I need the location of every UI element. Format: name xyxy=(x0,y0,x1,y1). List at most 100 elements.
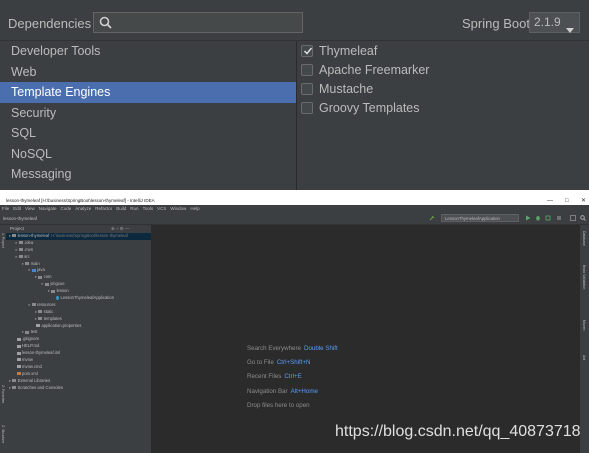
menu-item-build[interactable]: Build xyxy=(114,205,128,213)
hammer-icon[interactable] xyxy=(429,215,435,221)
tree-item[interactable]: ▸ main xyxy=(6,261,151,268)
menu-item-run[interactable]: Run xyxy=(128,205,140,213)
tree-arrow-icon[interactable]: ▸ xyxy=(48,288,50,293)
tree-arrow-icon[interactable]: ▸ xyxy=(22,329,24,334)
tree-arrow-icon[interactable]: ▸ xyxy=(16,254,18,259)
tool-tab-database[interactable]: Database xyxy=(582,231,586,246)
search-icon[interactable] xyxy=(580,215,586,221)
menu-item-code[interactable]: Code xyxy=(58,205,73,213)
tree-item[interactable]: application.properties xyxy=(6,323,151,330)
tree-item-label: templates xyxy=(43,315,62,321)
menu-item-view[interactable]: View xyxy=(23,205,37,213)
tree-arrow-icon[interactable]: ▸ xyxy=(29,267,31,272)
tool-tab-maven[interactable]: Maven xyxy=(582,320,586,331)
dependencies-panel: Dependencies Spring Boot 2.1.9 Developer… xyxy=(0,0,589,190)
run-icon[interactable] xyxy=(525,215,531,221)
menu-item-file[interactable]: File xyxy=(0,205,11,213)
tree-arrow-icon[interactable]: ▸ xyxy=(35,316,37,321)
tree-item-label: External Libraries xyxy=(17,377,51,383)
tree-item[interactable]: ▸ test xyxy=(6,329,151,336)
tree-item[interactable]: mvnw xyxy=(6,357,151,364)
category-item[interactable]: Security xyxy=(0,103,296,124)
tree-item[interactable]: ▸ lesson xyxy=(6,288,151,295)
menu-item-refactor[interactable]: Refactor xyxy=(93,205,114,213)
tree-arrow-icon[interactable]: ▸ xyxy=(42,281,44,286)
dependency-item[interactable]: Mustache xyxy=(301,79,429,98)
tree-item[interactable]: ▸ External Libraries xyxy=(6,378,151,385)
tree-arrow-icon[interactable]: ▸ xyxy=(16,240,18,245)
tool-tab-bean-validation[interactable]: Bean Validation xyxy=(582,265,586,289)
splitter[interactable] xyxy=(296,41,297,190)
project-structure-icon[interactable] xyxy=(570,215,576,221)
checkbox[interactable] xyxy=(301,101,313,114)
tree-item[interactable]: mvnw.cmd xyxy=(6,364,151,371)
tool-tab-ant[interactable]: Ant xyxy=(582,355,586,360)
category-item[interactable]: Web xyxy=(0,62,296,83)
close-button[interactable]: ✕ xyxy=(581,197,586,205)
tool-tab-structure[interactable]: Z: Structure xyxy=(1,425,5,443)
dependency-item[interactable]: Apache Freemarker xyxy=(301,60,429,79)
folder-icon xyxy=(31,303,36,307)
editor-hint: Go to File Ctrl+Shift+N xyxy=(247,359,311,366)
menu-item-tools[interactable]: Tools xyxy=(141,205,156,213)
run-config-select[interactable]: LessonThymeleafApplication xyxy=(441,214,519,222)
tree-item[interactable]: LessonThymeleafApplication xyxy=(6,295,151,302)
tree-arrow-icon[interactable]: ▸ xyxy=(9,385,11,390)
tree-arrow-icon[interactable]: ▸ xyxy=(9,233,11,238)
tree-item[interactable]: ▸ static xyxy=(6,309,151,316)
tree-item[interactable]: lesson-thymeleaf.iml xyxy=(6,350,151,357)
breadcrumb[interactable]: lesson-thymeleaf xyxy=(3,216,37,221)
tree-arrow-icon[interactable]: ▸ xyxy=(16,247,18,252)
tree-arrow-icon[interactable]: ▸ xyxy=(35,274,37,279)
tree-item[interactable]: ▸ yingxue xyxy=(6,281,151,288)
stop-icon[interactable] xyxy=(556,215,562,221)
tree-arrow-icon[interactable]: ▸ xyxy=(22,261,24,266)
coverage-icon[interactable] xyxy=(545,215,551,221)
tree-item[interactable]: ▸ templates xyxy=(6,316,151,323)
menu-item-help[interactable]: Help xyxy=(188,205,201,213)
menu-item-window[interactable]: Window xyxy=(168,205,188,213)
tree-item[interactable]: ▸ com xyxy=(6,274,151,281)
menu-item-edit[interactable]: Edit xyxy=(11,205,23,213)
file-icon xyxy=(16,337,21,341)
maximize-button[interactable]: □ xyxy=(565,197,569,205)
dependency-item[interactable]: Thymeleaf xyxy=(301,41,429,60)
project-toolbar-icons[interactable]: ⊕ ÷ ⚙ — xyxy=(111,225,130,233)
debug-icon[interactable] xyxy=(535,215,541,221)
category-item[interactable]: Messaging xyxy=(0,164,296,185)
dependency-item[interactable]: Groovy Templates xyxy=(301,98,429,117)
menu-item-analyze[interactable]: Analyze xyxy=(73,205,93,213)
tree-item[interactable]: pom.xml xyxy=(6,371,151,378)
tree-item[interactable]: ▸ java xyxy=(6,267,151,274)
category-item[interactable]: Template Engines xyxy=(0,82,296,103)
spring-boot-version-select[interactable]: 2.1.9 xyxy=(529,12,580,33)
tree-arrow-icon[interactable]: ▸ xyxy=(29,302,31,307)
tree-item[interactable]: .gitignore xyxy=(6,336,151,343)
checkbox[interactable] xyxy=(301,63,313,76)
dependency-search-input[interactable] xyxy=(93,12,303,33)
spring-boot-version-value: 2.1.9 xyxy=(534,15,561,29)
category-item[interactable]: Developer Tools xyxy=(0,41,296,62)
tree-item[interactable]: ▸ .idea xyxy=(6,240,151,247)
tree-item[interactable]: ▸ .mvn xyxy=(6,247,151,254)
editor-area[interactable]: Search Everywhere Double Shift Go to File C… xyxy=(152,225,580,453)
tree-arrow-icon[interactable]: ▸ xyxy=(9,378,11,383)
tool-tab-project[interactable]: 1: Project xyxy=(1,233,5,248)
checkbox[interactable] xyxy=(301,82,313,95)
package-icon xyxy=(44,282,49,286)
minimize-button[interactable]: — xyxy=(547,197,553,205)
category-item[interactable]: NoSQL xyxy=(0,144,296,165)
tree-item[interactable]: ▸ lesson-thymeleaf H:\business\SpringBoot\… xyxy=(6,233,151,240)
menu-item-vcs[interactable]: VCS xyxy=(155,205,168,213)
project-view-select[interactable]: Project xyxy=(10,226,24,231)
category-item[interactable]: SQL xyxy=(0,123,296,144)
menu-item-navigate[interactable]: Navigate xyxy=(37,205,59,213)
dependencies-title: Dependencies xyxy=(8,16,92,31)
tool-tab-favorites[interactable]: 2: Favorites xyxy=(1,385,5,403)
tree-item[interactable]: HELP.md xyxy=(6,343,151,350)
tree-item[interactable]: ▸ src xyxy=(6,254,151,261)
checkbox-checked[interactable] xyxy=(301,44,313,57)
tree-item[interactable]: ▸ resources xyxy=(6,302,151,309)
tree-arrow-icon[interactable]: ▸ xyxy=(35,309,37,314)
tree-item[interactable]: ▸ Scratches and Consoles xyxy=(6,385,151,392)
